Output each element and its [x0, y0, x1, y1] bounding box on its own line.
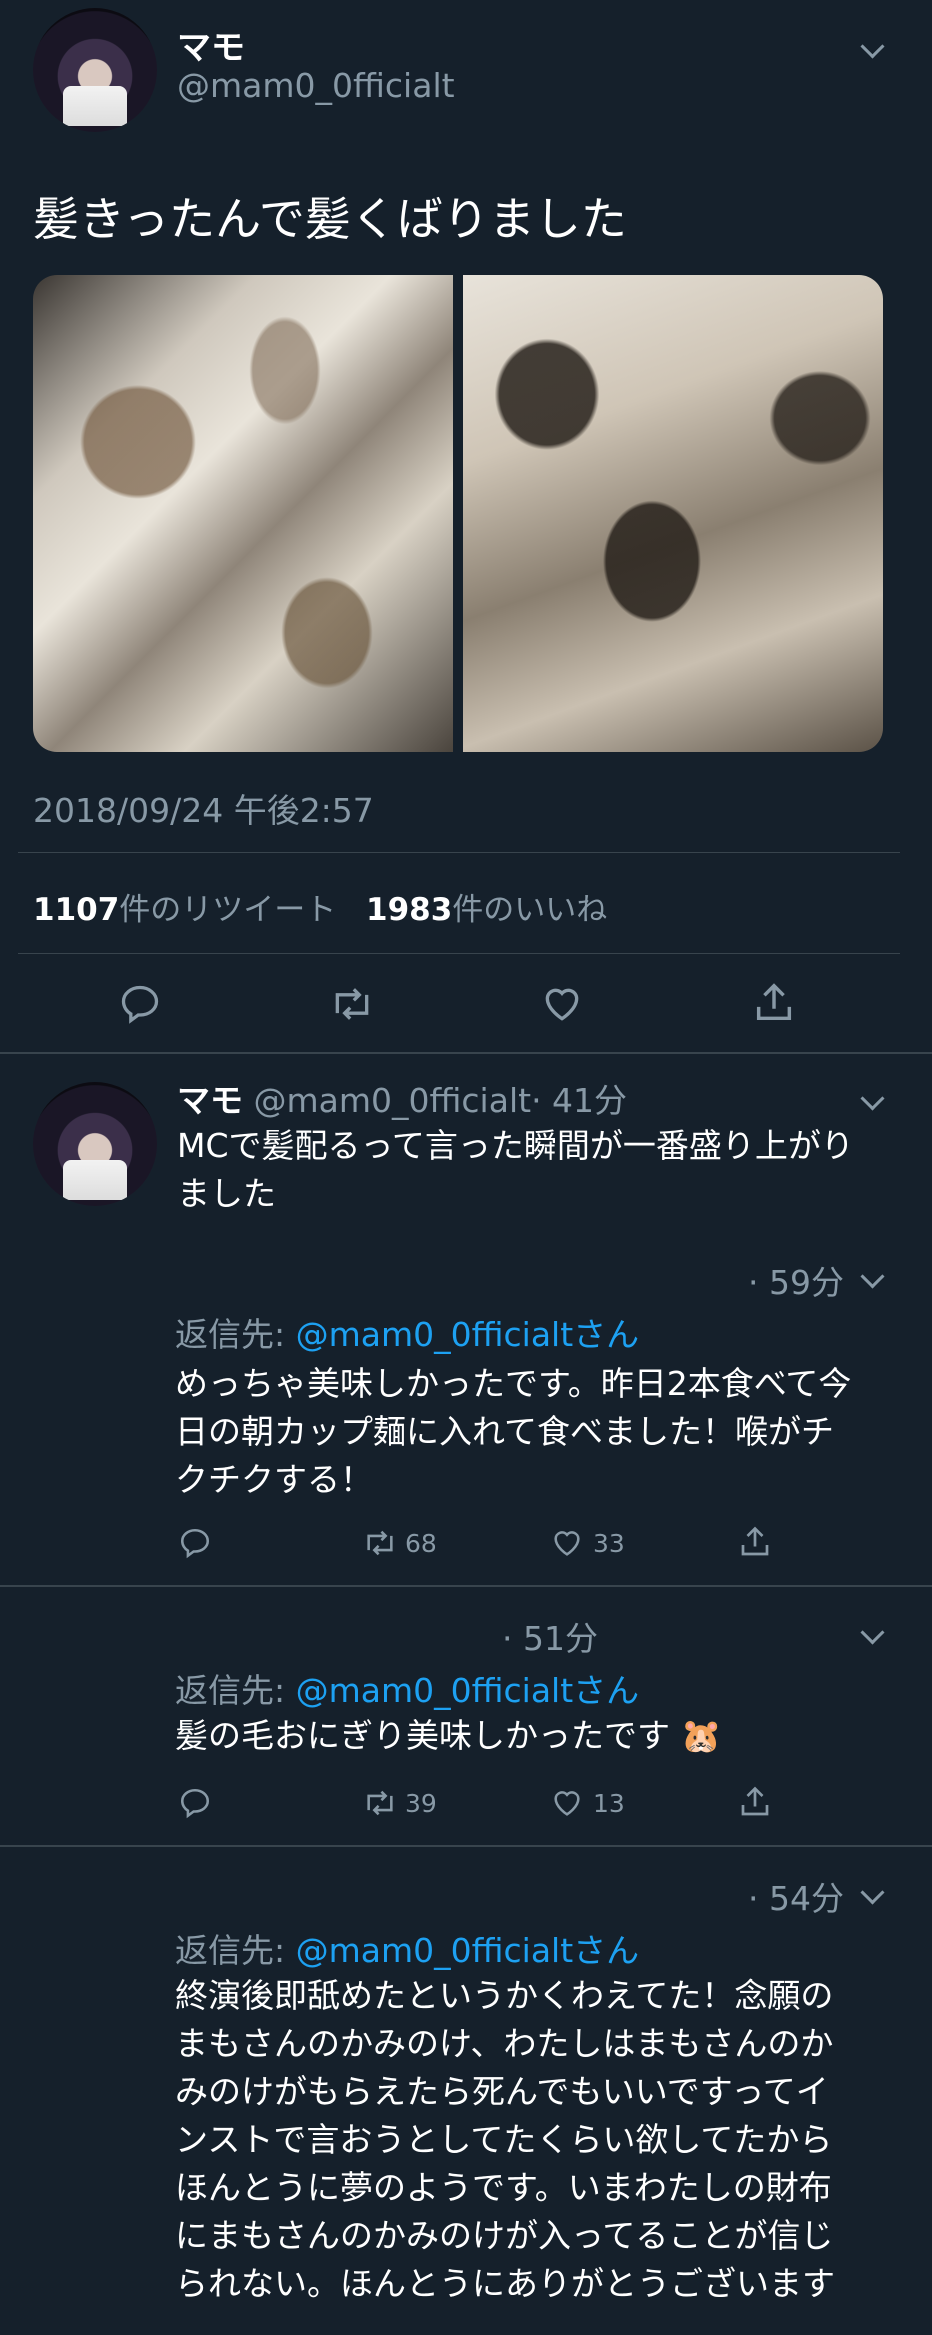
avatar[interactable] — [33, 1082, 157, 1206]
text-line: ました — [177, 1174, 276, 1213]
retweet-icon[interactable] — [360, 1526, 400, 1560]
text-line: クチクする！ — [175, 1460, 373, 1499]
reply-to-prefix: 返信先: — [175, 1315, 296, 1354]
like-icon[interactable] — [549, 1526, 585, 1560]
avatar[interactable] — [33, 8, 157, 132]
reply-icon[interactable] — [177, 1786, 213, 1820]
text-line: ンストで言おうとしてたくらい欲してたから — [175, 2120, 833, 2159]
tweet-photo-1[interactable] — [33, 275, 453, 752]
divider — [0, 1052, 932, 1054]
author-handle[interactable]: @mam0_0fficialt — [254, 1081, 532, 1120]
reply-text: 髪の毛おにぎり美味しかったです 🐹 — [175, 1712, 722, 1760]
reply-header: マモ @mam0_0fficialt· 41分 — [177, 1074, 627, 1122]
share-icon[interactable] — [737, 1524, 773, 1560]
text-line: ほんとうに夢のようです。いまわたしの財布 — [175, 2168, 832, 2207]
share-icon[interactable] — [737, 1784, 773, 1820]
reply-time[interactable]: · 51分 — [502, 1612, 598, 1660]
like-icon[interactable] — [549, 1786, 585, 1820]
like-label: 件のいいね — [452, 892, 608, 928]
like-count: 1983 — [366, 892, 453, 928]
like-count: 13 — [593, 1789, 625, 1818]
reply-to-link[interactable]: @mam0_0fficialtさん — [296, 1931, 640, 1970]
divider — [0, 1585, 932, 1587]
text-line: 終演後即舐めたというかくわえてた！念願の — [175, 1976, 834, 2015]
reply-time[interactable]: · 41分 — [531, 1081, 627, 1120]
chevron-down-icon[interactable] — [860, 1880, 885, 1905]
author-name[interactable]: マモ — [177, 20, 245, 69]
reply-text: 終演後即舐めたというかくわえてた！念願の まもさんのかみのけ、わたしはまもさんの… — [175, 1972, 835, 2308]
like-icon[interactable] — [539, 982, 585, 1026]
text-line: 日の朝カップ麺に入れて食べました！喉がチ — [175, 1412, 835, 1451]
text-line: MCで髪配るって言った瞬間が一番盛り上がり — [177, 1126, 854, 1165]
reply-to-prefix: 返信先: — [175, 1671, 296, 1710]
retweet-label: 件のリツイート — [119, 892, 337, 928]
reply-to-link[interactable]: @mam0_0fficialtさん — [296, 1315, 640, 1354]
retweet-count: 39 — [405, 1789, 437, 1818]
text-line: られない。ほんとうにありがとうございます — [175, 2264, 835, 2303]
reply-to: 返信先: @mam0_0fficialtさん — [175, 1308, 639, 1356]
retweet-count: 1107 — [33, 892, 120, 928]
divider — [18, 852, 900, 853]
reply-to-link[interactable]: @mam0_0fficialtさん — [296, 1671, 640, 1710]
retweet-count: 68 — [405, 1529, 437, 1558]
reply-text: めっちゃ美味しかったです。昨日2本食べて今 日の朝カップ麺に入れて食べました！喉… — [175, 1360, 851, 1504]
divider — [0, 1845, 932, 1847]
text-line: まもさんのかみのけ、わたしはまもさんのか — [175, 2024, 834, 2063]
chevron-down-icon[interactable] — [860, 1086, 885, 1111]
share-icon[interactable] — [751, 980, 797, 1026]
reply-text: MCで髪配るって言った瞬間が一番盛り上がり ました — [177, 1122, 854, 1218]
reply-icon[interactable] — [117, 982, 163, 1026]
text-line: 髪の毛おにぎり美味しかったです 🐹 — [175, 1716, 722, 1755]
like-count: 33 — [593, 1529, 625, 1558]
text-line: みのけがもらえたら死んでもいいですってイ — [175, 2072, 829, 2111]
reply-to: 返信先: @mam0_0fficialtさん — [175, 1924, 639, 1972]
like-stat[interactable]: 1983件のいいね — [366, 884, 607, 929]
author-name[interactable]: マモ — [177, 1081, 243, 1120]
retweet-stat[interactable]: 1107件のリツイート — [33, 884, 336, 929]
chevron-down-icon[interactable] — [860, 1264, 885, 1289]
reply-time[interactable]: · 54分 — [748, 1872, 844, 1920]
reply-icon[interactable] — [177, 1526, 213, 1560]
reply-time[interactable]: · 59分 — [748, 1256, 844, 1304]
divider — [18, 953, 900, 954]
tweet-text: 髪きったんで髪くばりました — [33, 192, 627, 246]
reply-to: 返信先: @mam0_0fficialtさん — [175, 1664, 639, 1712]
tweet-photo-2[interactable] — [463, 275, 883, 752]
retweet-icon[interactable] — [327, 982, 377, 1026]
text-line: めっちゃ美味しかったです。昨日2本食べて今 — [175, 1364, 852, 1403]
reply-to-prefix: 返信先: — [175, 1931, 296, 1970]
chevron-down-icon[interactable] — [860, 1620, 885, 1645]
tweet-timestamp: 2018/09/24 午後2:57 — [33, 791, 374, 830]
chevron-down-icon[interactable] — [860, 34, 885, 59]
author-handle[interactable]: @mam0_0fficialt — [177, 66, 455, 105]
retweet-icon[interactable] — [360, 1786, 400, 1820]
text-line: にまもさんのかみのけが入ってることが信じ — [175, 2216, 834, 2255]
